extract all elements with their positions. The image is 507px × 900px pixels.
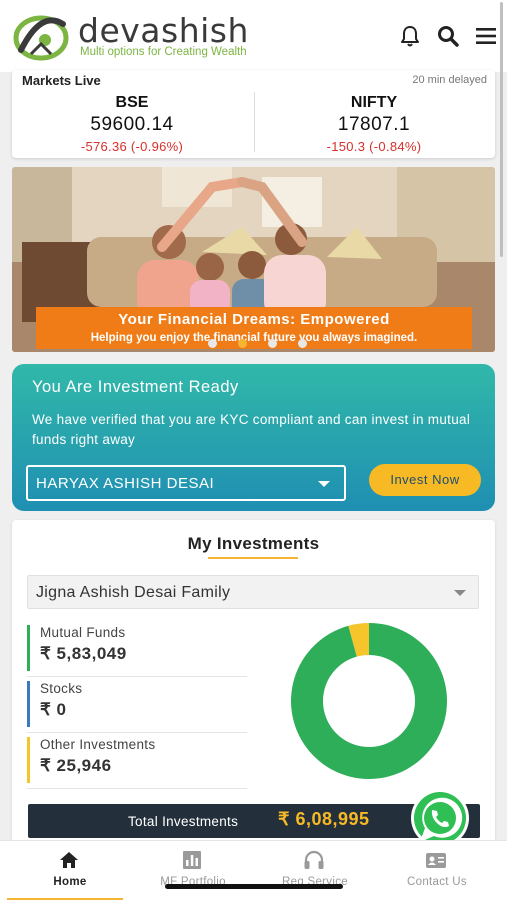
contact-card-icon [426, 853, 446, 868]
home-icon [60, 852, 78, 868]
investments-donut-chart[interactable] [278, 622, 460, 780]
category-mutual-funds[interactable]: Mutual Funds ₹ 5,83,049 [27, 625, 247, 671]
nav-home[interactable]: Home [7, 841, 133, 900]
category-value: ₹ 5,83,049 [40, 644, 127, 663]
category-label: Other Investments [40, 737, 156, 752]
investor-select-value: HARYAX ASHISH DESAI [36, 475, 215, 492]
nav-mf-portfolio[interactable]: MF Portfolio [130, 841, 256, 900]
category-label: Stocks [40, 681, 83, 696]
category-divider [27, 732, 247, 733]
bottom-navigation: Home MF Portfolio Req Service Contact Us [0, 840, 507, 900]
devashish-logo-icon [13, 15, 69, 61]
category-stocks[interactable]: Stocks ₹ 0 [27, 681, 247, 727]
carousel-dot[interactable] [238, 339, 247, 348]
nifty-value: 17807.1 [337, 114, 411, 135]
my-investments-title: My Investments [187, 534, 320, 553]
total-investments-label: Total Investments [128, 814, 239, 829]
investment-ready-card: You Are Investment Ready We have verifie… [12, 364, 495, 511]
invest-now-button[interactable]: Invest Now [369, 464, 481, 496]
nifty-name: NIFTY [350, 94, 398, 111]
family-select[interactable]: Jigna Ashish Desai Family [27, 575, 479, 609]
app-header: devashish Multi options for Creating Wea… [0, 0, 507, 72]
investment-ready-description: We have verified that you are KYC compli… [32, 412, 471, 447]
category-value: ₹ 25,946 [40, 756, 112, 775]
nav-contact-us[interactable]: Contact Us [374, 841, 500, 900]
bse-value: 59600.14 [90, 114, 174, 135]
nifty-change: -150.3 (-0.84%) [326, 139, 422, 154]
menu-icon[interactable] [474, 24, 498, 48]
markets-live-card[interactable]: Markets Live 20 min delayed BSE 59600.14… [12, 70, 495, 158]
investment-ready-title: You Are Investment Ready [32, 378, 239, 396]
bse-name: BSE [115, 94, 149, 111]
banner-subtitle: Helping you enjoy the financial future y… [90, 332, 418, 344]
category-other-investments[interactable]: Other Investments ₹ 25,946 [27, 737, 247, 783]
category-divider [27, 676, 247, 677]
search-icon[interactable] [436, 24, 460, 48]
page-scrollbar[interactable] [500, 2, 503, 257]
promo-banner[interactable]: Your Financial Dreams: Empowered Helping… [12, 167, 495, 352]
category-label: Mutual Funds [40, 625, 126, 640]
bse-index: BSE 59600.14 -576.36 (-0.96%) [12, 94, 252, 154]
markets-delay-note: 20 min delayed [412, 74, 487, 86]
chevron-down-icon [454, 590, 466, 596]
nifty-index: NIFTY 17807.1 -150.3 (-0.84%) [254, 94, 494, 154]
nav-req-service[interactable]: Req Service [252, 841, 378, 900]
bse-change: -576.36 (-0.96%) [80, 139, 184, 154]
brand-tagline: Multi options for Creating Wealth [80, 46, 247, 58]
investor-select[interactable]: HARYAX ASHISH DESAI [26, 465, 346, 501]
banner-title: Your Financial Dreams: Empowered [118, 311, 390, 328]
headset-icon [304, 850, 324, 869]
nav-label: Contact Us [407, 876, 467, 888]
carousel-dot[interactable] [268, 339, 277, 348]
chevron-down-icon [318, 481, 330, 487]
category-divider [27, 788, 247, 789]
home-indicator [165, 884, 343, 889]
bar-chart-icon [183, 851, 201, 869]
carousel-dot[interactable] [298, 339, 307, 348]
nav-label: Home [53, 876, 87, 888]
family-select-value: Jigna Ashish Desai Family [36, 584, 231, 601]
title-underline [208, 557, 298, 559]
category-value: ₹ 0 [40, 700, 67, 719]
brand-name: devashish [78, 11, 249, 50]
markets-title: Markets Live [22, 73, 101, 88]
carousel-dot[interactable] [208, 339, 217, 348]
bell-icon[interactable] [398, 24, 422, 48]
banner-caption-strip: Your Financial Dreams: Empowered Helping… [36, 307, 472, 349]
total-investments-value: ₹ 6,08,995 [278, 809, 370, 829]
